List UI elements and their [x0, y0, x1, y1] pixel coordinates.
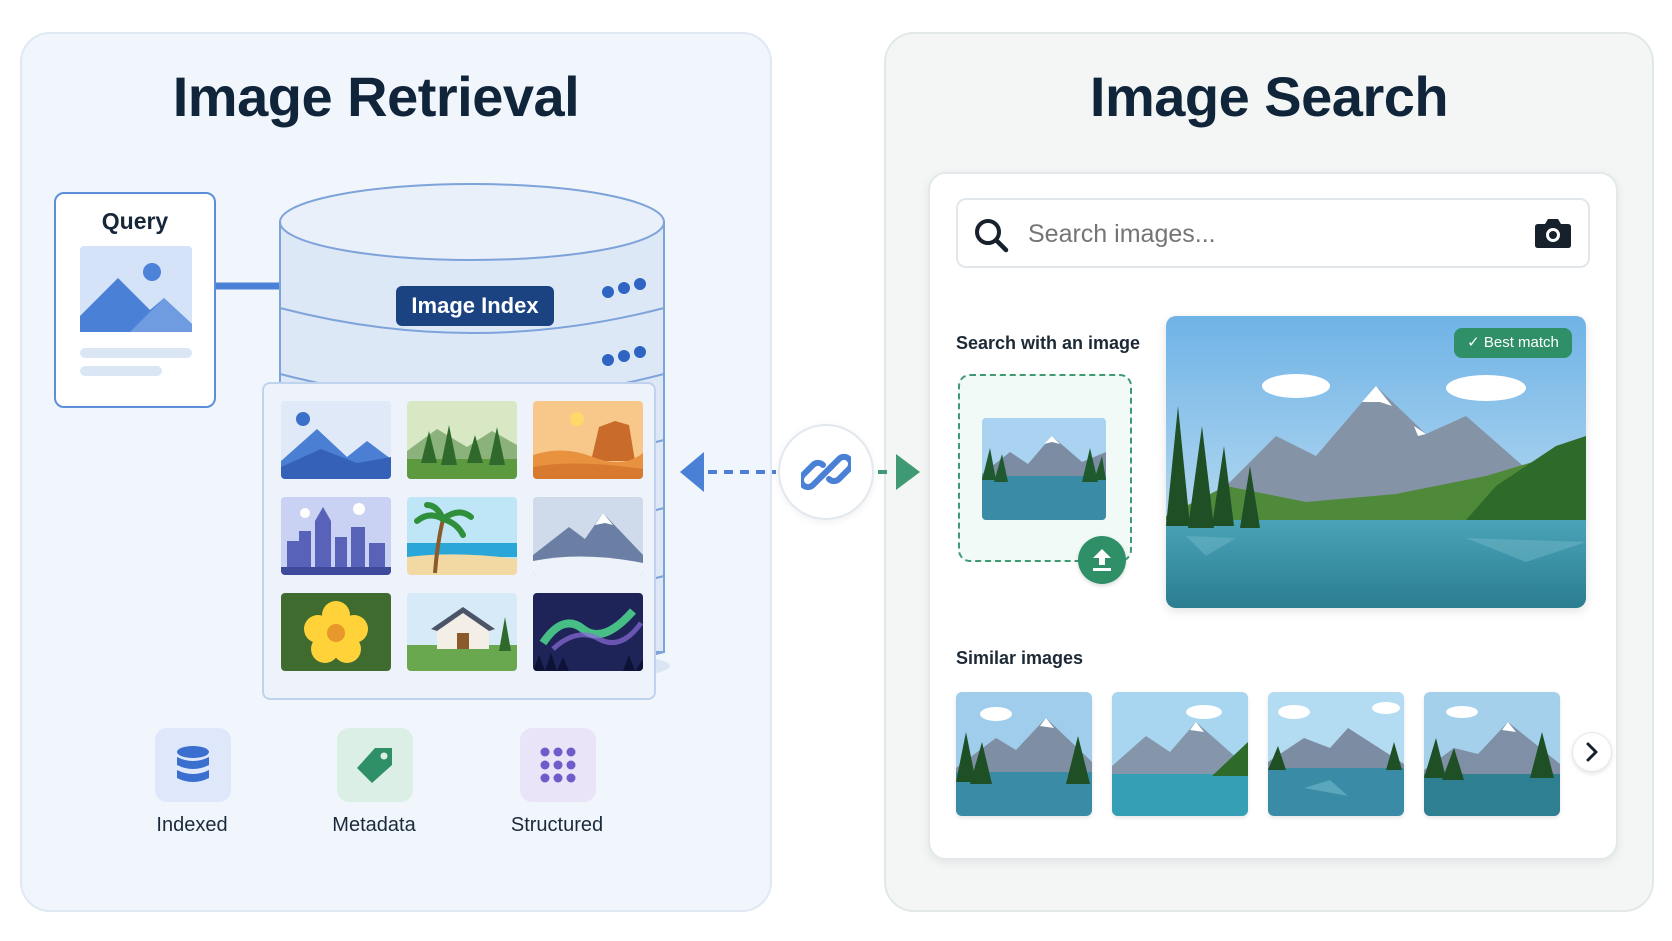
search-bar[interactable]: [956, 198, 1590, 268]
similar-image-thumbnail[interactable]: [1424, 692, 1560, 816]
query-label: Query: [101, 208, 169, 234]
link-icon: [778, 424, 874, 520]
beach-icon: [407, 497, 517, 575]
best-match-badge: ✓ Best match: [1454, 328, 1572, 358]
left-arrowhead: [680, 452, 704, 492]
query-text-line: [80, 348, 192, 358]
chevron-right-icon: [1586, 742, 1598, 762]
grid-icon: [520, 728, 596, 802]
query-text-line: [80, 366, 162, 376]
house-icon: [407, 593, 517, 671]
image-search-title: Image Search: [1089, 65, 1449, 128]
search-input[interactable]: [1028, 220, 1498, 249]
next-arrow-button[interactable]: [1572, 732, 1612, 772]
database-icon: [155, 728, 231, 802]
similar-images-label: Similar images: [956, 648, 1084, 668]
uploaded-image-thumbnail: [982, 418, 1106, 520]
camera-icon[interactable]: [1534, 216, 1572, 255]
city-icon: [281, 497, 391, 575]
query-card: Query: [54, 192, 216, 408]
search-icon[interactable]: [972, 216, 1010, 259]
right-arrowhead: [896, 454, 920, 490]
query-image-icon: [80, 246, 192, 332]
image-index-label: Image Index: [396, 286, 554, 326]
aurora-icon: [533, 593, 643, 671]
indexed-label: Indexed: [156, 814, 228, 836]
metadata-label: Metadata: [332, 814, 416, 836]
forest-icon: [407, 401, 517, 479]
image-retrieval-title: Image Retrieval: [172, 65, 580, 128]
best-match-result-image[interactable]: [1166, 316, 1586, 608]
similar-image-thumbnail[interactable]: [1268, 692, 1404, 816]
desert-icon: [533, 401, 643, 479]
upload-icon[interactable]: [1078, 536, 1126, 584]
image-drop-zone[interactable]: [958, 374, 1132, 584]
similar-image-thumbnail[interactable]: [956, 692, 1092, 816]
structured-label: Structured: [510, 814, 604, 836]
tag-icon: [337, 728, 413, 802]
flower-icon: [281, 593, 391, 671]
image-grid: [262, 382, 656, 700]
similar-image-thumbnail[interactable]: [1112, 692, 1248, 816]
snow-mountain-icon: [533, 497, 643, 575]
search-with-image-label: Search with an image: [956, 333, 1141, 353]
landscape-icon: [281, 401, 391, 479]
